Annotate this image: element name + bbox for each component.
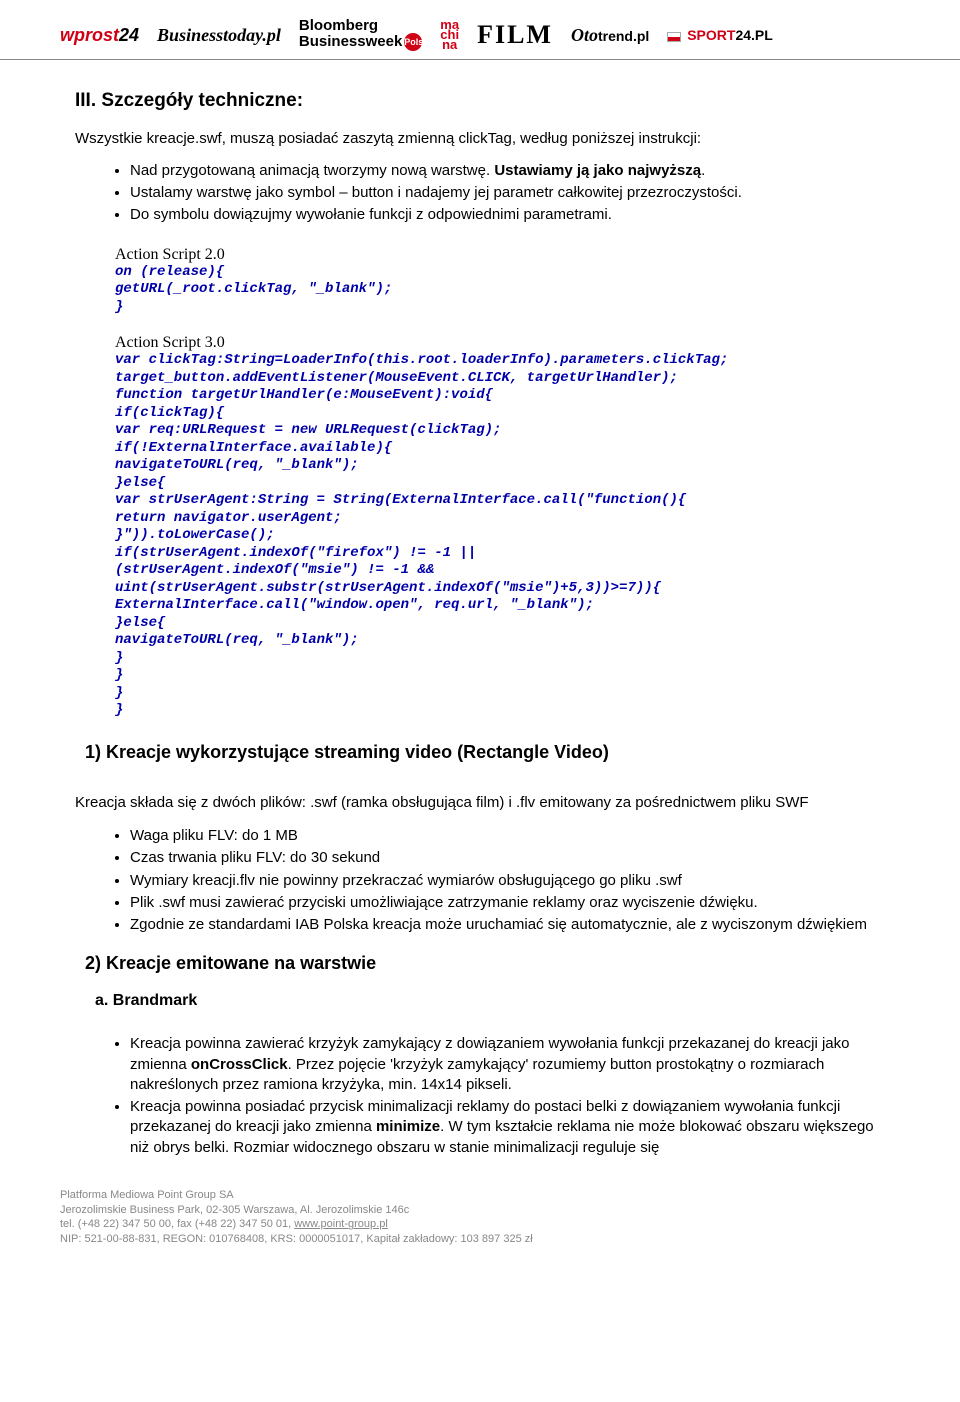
as3-label: Action Script 3.0 [115,334,885,352]
list-item: Waga pliku FLV: do 1 MB [130,826,885,846]
as2-label: Action Script 2.0 [115,246,885,264]
heading-2: 2) Kreacje emitowane na warstwie [85,953,885,974]
footer: Platforma Mediowa Point Group SA Jerozol… [0,1180,960,1257]
list-item: Ustalamy warstwę jako symbol – button i … [130,183,885,203]
list-item: Nad przygotowaną animacją tworzymy nową … [130,161,885,181]
bullets-brandmark: Kreacja powinna zawierać krzyżyk zamykaj… [75,1034,885,1158]
logo-sport24: SPORT24.PL [667,27,772,43]
footer-address: Jerozolimskie Business Park, 02-305 Wars… [60,1203,900,1218]
as3-code: var clickTag:String=LoaderInfo(this.root… [115,352,885,720]
footer-legal: NIP: 521-00-88-831, REGON: 010768408, KR… [60,1232,900,1247]
intro-text: Wszystkie kreacje.swf, muszą posiadać za… [75,130,885,147]
section-title: III. Szczegóły techniczne: [75,90,885,112]
logo-machina: machina [440,20,459,50]
list-item: Kreacja powinna posiadać przycisk minima… [130,1097,885,1158]
bullets-instruction: Nad przygotowaną animacją tworzymy nową … [75,161,885,226]
footer-link[interactable]: www.point-group.pl [294,1218,388,1230]
list-item: Zgodnie ze standardami IAB Polska kreacj… [130,915,885,935]
list-item: Wymiary kreacji.flv nie powinny przekrac… [130,871,885,891]
logo-row: wprost24 Businesstoday.pl BloombergBusin… [60,20,900,51]
header-bar: wprost24 Businesstoday.pl BloombergBusin… [0,0,960,60]
page-content: III. Szczegóły techniczne: Wszystkie kre… [0,60,960,1180]
bullets-video: Waga pliku FLV: do 1 MBCzas trwania plik… [75,826,885,935]
logo-bloomberg: BloombergBusinessweekPolska [299,20,422,51]
logo-businesstoday: Businesstoday.pl [157,25,281,46]
para-1: Kreacja składa się z dwóch plików: .swf … [75,793,885,813]
footer-contact: tel. (+48 22) 347 50 00, fax (+48 22) 34… [60,1217,900,1232]
heading-1: 1) Kreacje wykorzystujące streaming vide… [85,742,885,763]
logo-wprost: wprost24 [60,25,139,46]
logo-film: FILM [477,20,553,50]
list-item: Kreacja powinna zawierać krzyżyk zamykaj… [130,1034,885,1095]
heading-2a: a. Brandmark [95,992,885,1010]
footer-company: Platforma Mediowa Point Group SA [60,1188,900,1203]
list-item: Plik .swf musi zawierać przyciski umożli… [130,893,885,913]
logo-ototrend: Ototrend.pl [571,25,649,46]
list-item: Czas trwania pliku FLV: do 30 sekund [130,848,885,868]
list-item: Do symbolu dowiązujmy wywołanie funkcji … [130,205,885,225]
as2-code: on (release){ getURL(_root.clickTag, "_b… [115,264,885,317]
